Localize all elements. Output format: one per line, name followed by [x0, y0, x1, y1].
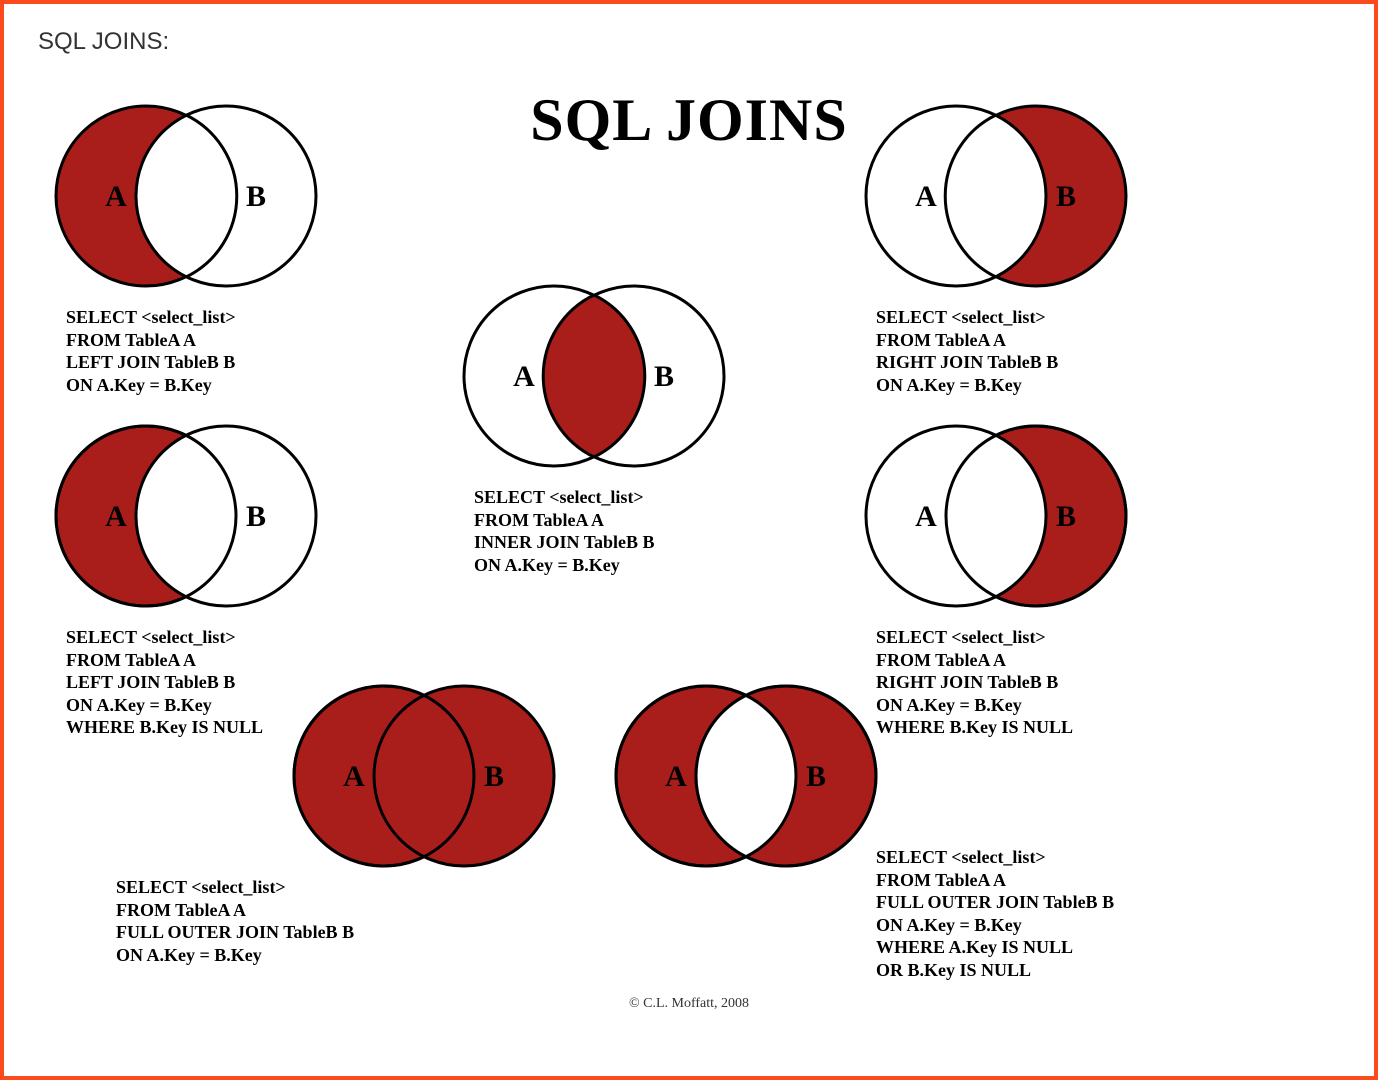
sql-left-join: SELECT <select_list> FROM TableA A LEFT … — [66, 306, 236, 396]
venn-left-excl-join: A B — [46, 416, 326, 616]
svg-text:A: A — [513, 360, 535, 393]
sql-full-join: SELECT <select_list> FROM TableA A FULL … — [116, 876, 354, 966]
svg-text:B: B — [654, 360, 674, 393]
sql-inner-join: SELECT <select_list> FROM TableA A INNER… — [474, 486, 655, 576]
venn-left-join: A B — [46, 96, 326, 296]
svg-text:B: B — [246, 180, 266, 213]
svg-text:A: A — [343, 760, 365, 793]
sql-full-excl-join: SELECT <select_list> FROM TableA A FULL … — [876, 846, 1114, 981]
sql-left-excl-join: SELECT <select_list> FROM TableA A LEFT … — [66, 626, 263, 739]
caption: SQL JOINS: — [38, 28, 1352, 56]
svg-text:B: B — [484, 760, 504, 793]
venn-inner-join: A B — [454, 276, 734, 476]
venn-right-join: A B — [856, 96, 1136, 296]
svg-text:B: B — [1056, 500, 1076, 533]
diagram-frame: SQL JOINS: SQL JOINS A B SELECT <select_… — [0, 0, 1378, 1080]
svg-text:A: A — [105, 500, 127, 533]
venn-full-excl-join: A B — [606, 676, 886, 876]
svg-text:A: A — [915, 180, 937, 213]
svg-text:B: B — [806, 760, 826, 793]
svg-text:B: B — [1056, 180, 1076, 213]
svg-text:B: B — [246, 500, 266, 533]
venn-full-join: A B — [284, 676, 564, 876]
svg-text:A: A — [105, 180, 127, 213]
sql-right-excl-join: SELECT <select_list> FROM TableA A RIGHT… — [876, 626, 1073, 739]
credit: © C.L. Moffatt, 2008 — [26, 996, 1352, 1012]
svg-text:A: A — [915, 500, 937, 533]
sql-right-join: SELECT <select_list> FROM TableA A RIGHT… — [876, 306, 1058, 396]
venn-right-excl-join: A B — [856, 416, 1136, 616]
svg-text:A: A — [665, 760, 687, 793]
diagram-canvas: SQL JOINS A B SELECT <select_list> FROM … — [26, 56, 1352, 1056]
